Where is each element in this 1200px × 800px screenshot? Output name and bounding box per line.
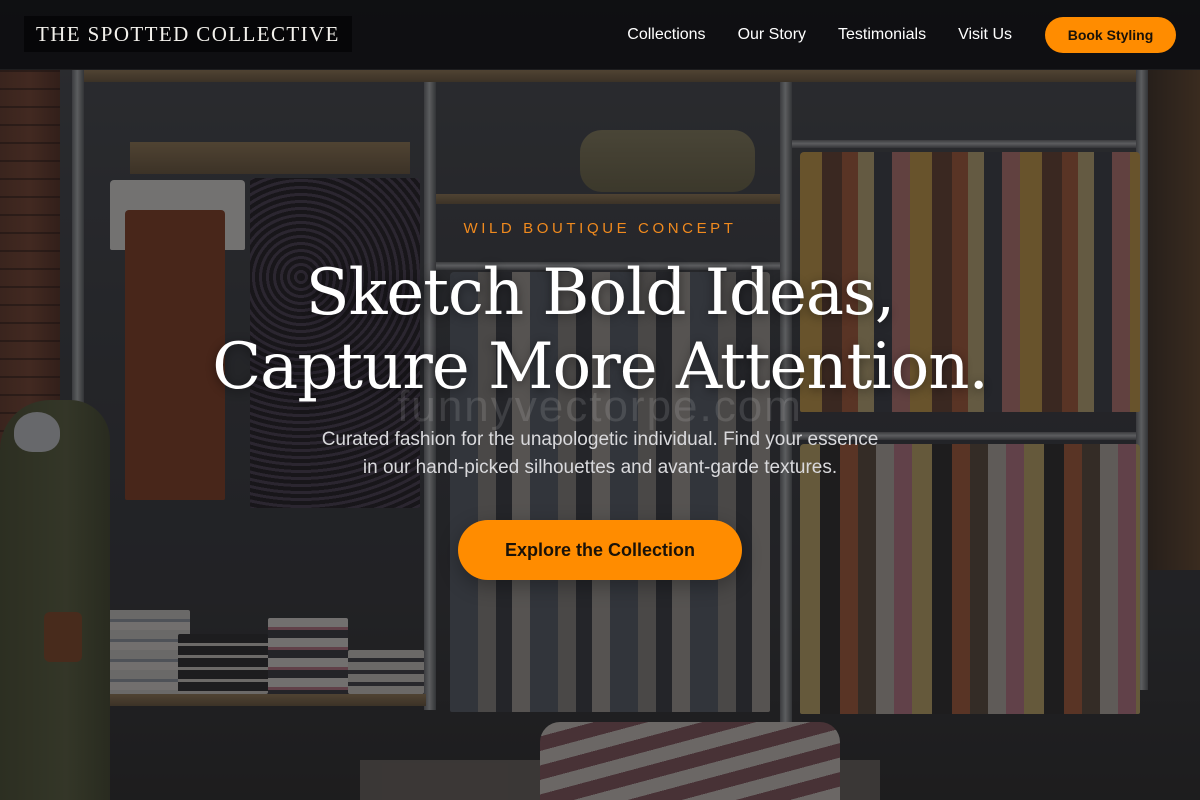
- top-nav: THE SPOTTED COLLECTIVE Collections Our S…: [0, 0, 1200, 70]
- nav-link-collections[interactable]: Collections: [627, 26, 705, 44]
- subtext-line-1: Curated fashion for the unapologetic ind…: [321, 429, 879, 450]
- book-styling-button[interactable]: Book Styling: [1045, 17, 1176, 53]
- hero-subtext: Curated fashion for the unapologetic ind…: [250, 426, 950, 482]
- watermark-text: funnyvectorpe.com: [397, 382, 803, 431]
- nav-link-testimonials[interactable]: Testimonials: [838, 26, 926, 44]
- nav-link-visit-us[interactable]: Visit Us: [958, 26, 1012, 44]
- hero-eyebrow: WILD BOUTIQUE CONCEPT: [463, 220, 737, 237]
- explore-collection-button[interactable]: Explore the Collection: [458, 520, 742, 580]
- headline-line-1: Sketch Bold Ideas,: [305, 256, 895, 330]
- nav-link-our-story[interactable]: Our Story: [738, 26, 806, 44]
- nav-links: Collections Our Story Testimonials Visit…: [627, 0, 1012, 69]
- subtext-line-2: in our hand-picked silhouettes and avant…: [362, 457, 838, 478]
- brand-logo[interactable]: THE SPOTTED COLLECTIVE: [24, 16, 352, 52]
